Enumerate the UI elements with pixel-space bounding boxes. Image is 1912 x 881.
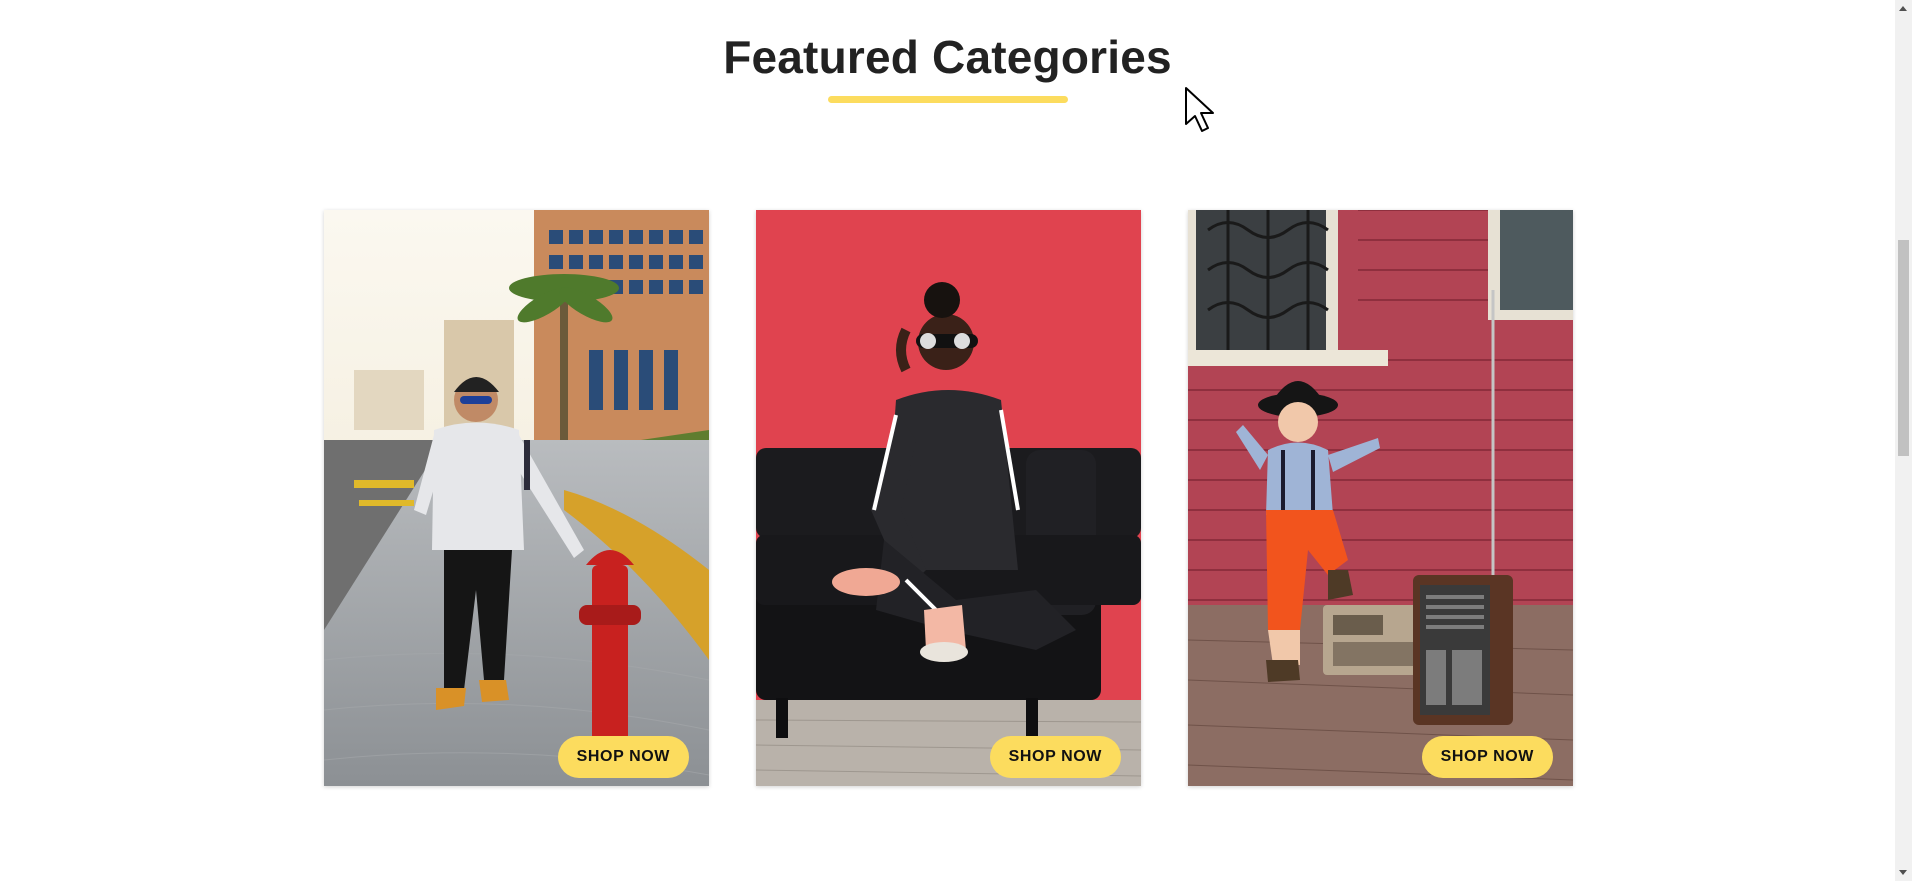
category-card-2[interactable]: SHOP NOW xyxy=(756,210,1141,786)
shop-now-button-2[interactable]: SHOP NOW xyxy=(989,736,1121,778)
scroll-up-arrow-icon[interactable] xyxy=(1899,6,1907,11)
scroll-down-arrow-icon[interactable] xyxy=(1899,870,1907,875)
mouse-pointer-icon xyxy=(1185,87,1214,132)
scrollbar-thumb[interactable] xyxy=(1898,240,1909,456)
category-image-1 xyxy=(324,210,709,786)
section-title: Featured Categories xyxy=(723,31,1172,83)
vertical-scrollbar[interactable] xyxy=(1895,0,1912,881)
category-image-3 xyxy=(1188,210,1573,786)
category-card-3[interactable]: SHOP NOW xyxy=(1188,210,1573,786)
shop-now-button-1[interactable]: SHOP NOW xyxy=(557,736,689,778)
category-image-2 xyxy=(756,210,1141,786)
shop-now-button-3[interactable]: SHOP NOW xyxy=(1421,736,1553,778)
featured-categories-page: Featured Categories SHOP NOW SHOP NOW SH… xyxy=(0,0,1912,881)
category-card-1[interactable]: SHOP NOW xyxy=(324,210,709,786)
title-underline xyxy=(828,96,1068,103)
